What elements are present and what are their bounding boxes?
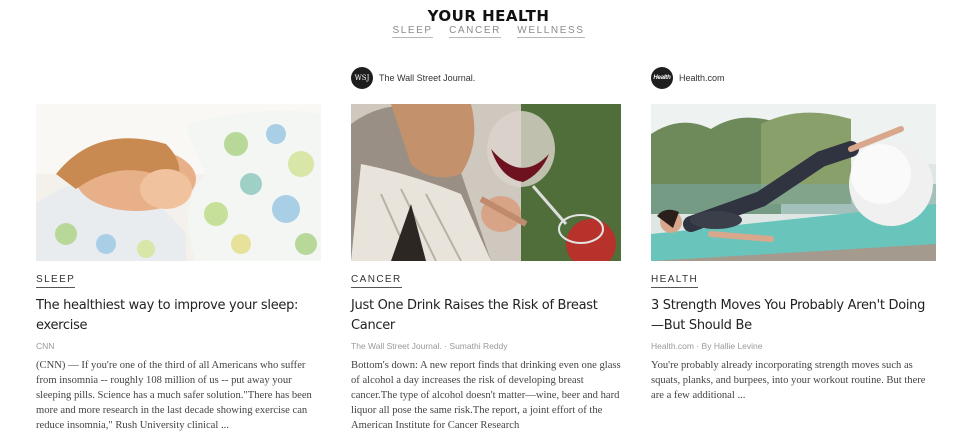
article-card-cancer: WSJ The Wall Street Journal. CANCER Just…: [351, 0, 621, 433]
article-headline[interactable]: 3 Strength Moves You Probably Aren't Doi…: [651, 296, 937, 336]
sleeping-woman-image: [36, 104, 321, 261]
wine-glass-image: [351, 104, 621, 261]
article-excerpt: Bottom's down: A new report finds that d…: [351, 360, 621, 431]
article-headline[interactable]: Just One Drink Raises the Risk of Breast…: [351, 296, 631, 336]
article-thumbnail[interactable]: [351, 104, 621, 261]
article-byline: Health.com · By Hallie Levine: [651, 341, 763, 351]
article-headline[interactable]: The healthiest way to improve your sleep…: [36, 296, 316, 336]
article-category-tag[interactable]: SLEEP: [36, 274, 76, 288]
publisher-row[interactable]: WSJ The Wall Street Journal.: [351, 67, 475, 89]
exercise-ball-image: [651, 104, 936, 261]
publisher-name: Health.com: [679, 73, 725, 83]
article-card-health: Health Health.com HEALTH 3 Strength Move…: [651, 0, 937, 433]
article-thumbnail[interactable]: [36, 104, 321, 261]
publisher-row[interactable]: Health Health.com: [651, 67, 725, 89]
publisher-name: The Wall Street Journal.: [379, 73, 476, 83]
article-card-sleep: SLEEP The healthiest way to improve your…: [36, 0, 322, 433]
article-byline: CNN: [36, 341, 55, 351]
article-byline: The Wall Street Journal. · Sumathi Reddy: [351, 341, 508, 351]
article-excerpt: You're probably already incorporating st…: [651, 360, 926, 401]
wsj-logo-icon: WSJ: [351, 67, 373, 89]
article-thumbnail[interactable]: [651, 104, 936, 261]
health-logo-icon: Health: [651, 67, 673, 89]
article-category-tag[interactable]: HEALTH: [651, 274, 699, 288]
article-category-tag[interactable]: CANCER: [351, 274, 402, 288]
article-excerpt: (CNN) — If you're one of the third of al…: [36, 360, 312, 431]
